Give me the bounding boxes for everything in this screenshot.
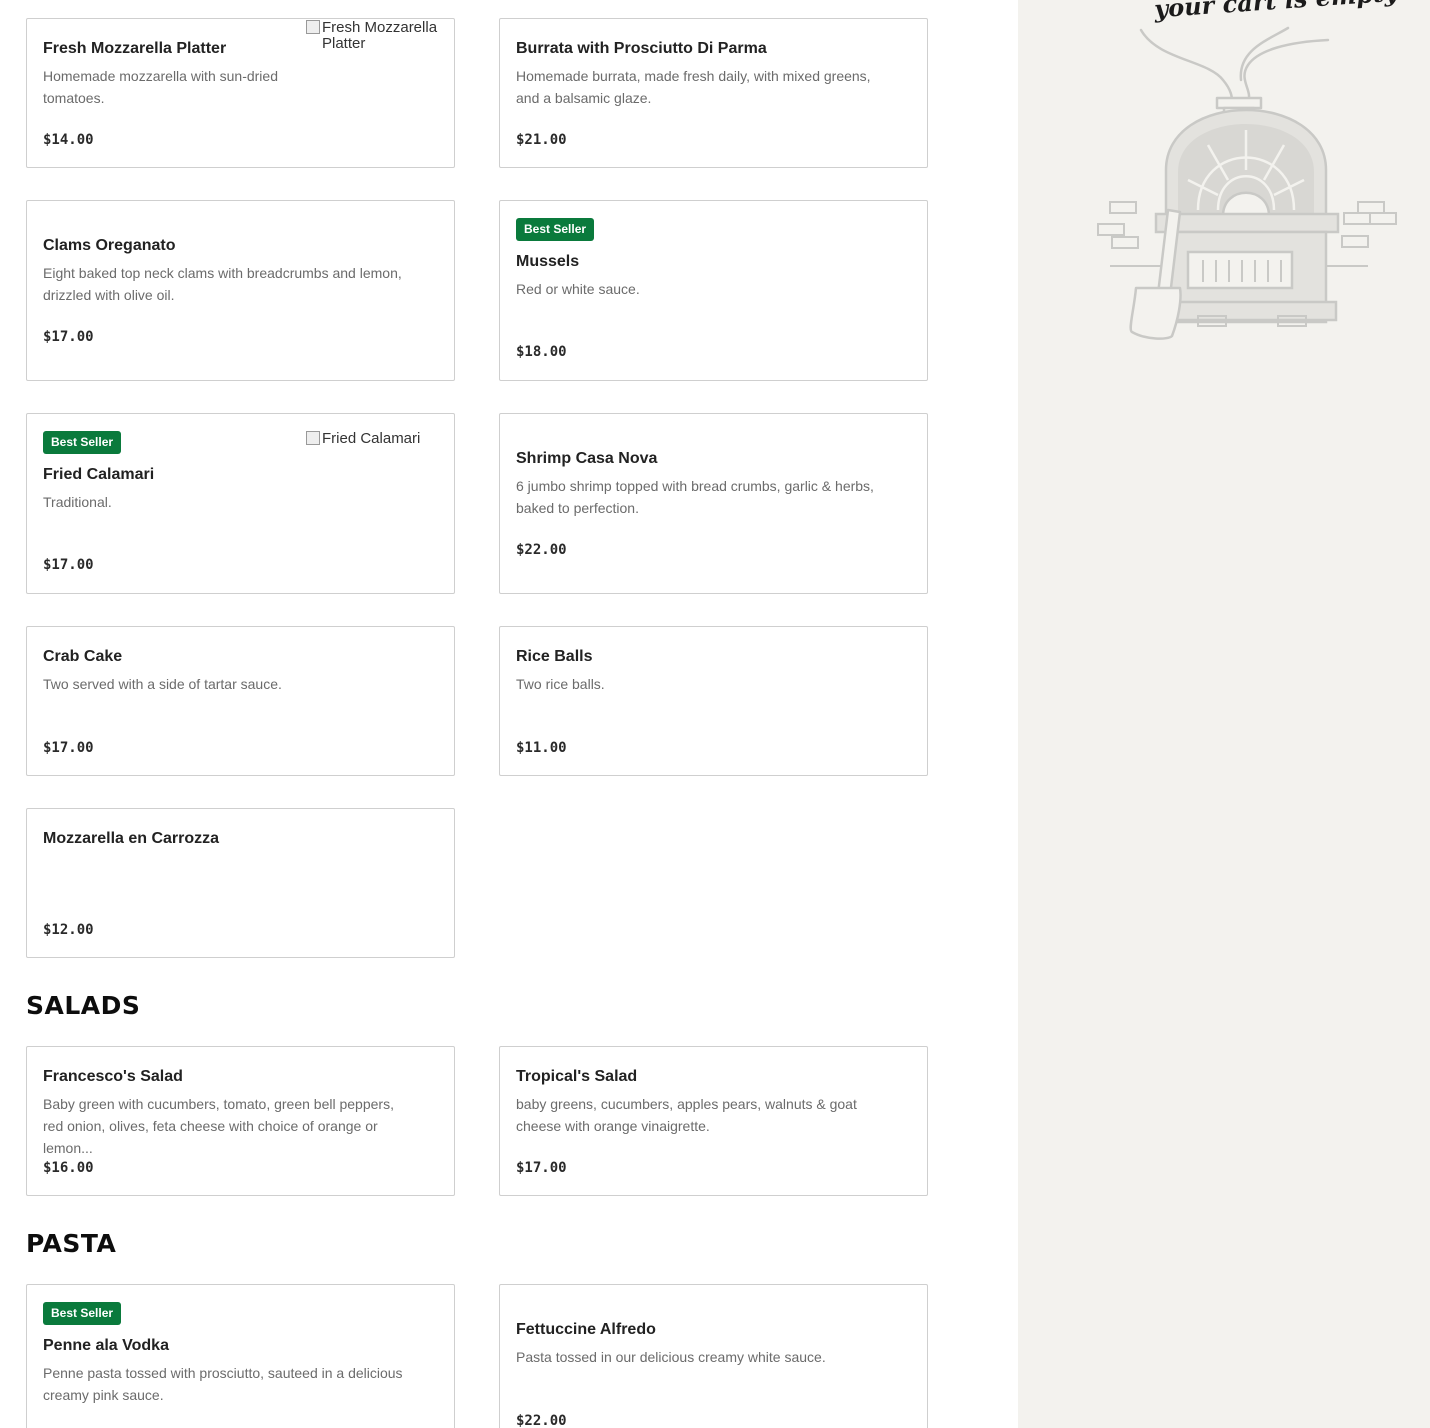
item-price: $14.00 (43, 132, 94, 148)
item-image: Fried Calamari (306, 431, 456, 447)
item-description: Homemade mozzarella with sun-dried tomat… (43, 68, 278, 106)
item-name: Mussels (516, 253, 580, 270)
menu-item-card[interactable]: Best Seller Fried Calamari Traditional. … (26, 413, 455, 594)
menu-item-card[interactable]: Fresh Mozzarella Platter Homemade mozzar… (26, 18, 455, 168)
item-name: Burrata with Prosciutto Di Parma (516, 40, 767, 57)
menu-item-card[interactable]: Rice Balls Two rice balls. $11.00 (499, 626, 928, 776)
item-description: 6 jumbo shrimp topped with bread crumbs,… (516, 478, 874, 516)
item-name: Penne ala Vodka (43, 1337, 169, 1354)
item-name: Fettuccine Alfredo (516, 1321, 656, 1338)
menu-item-card[interactable]: Clams Oreganato Eight baked top neck cla… (26, 200, 455, 381)
item-description: Two rice balls. (516, 676, 605, 692)
item-price: $21.00 (516, 132, 567, 148)
menu-item-card[interactable]: Tropical's Salad baby greens, cucumbers,… (499, 1046, 928, 1196)
item-image-alt: Fresh Mozzarella Platter (322, 19, 438, 52)
menu-item-card[interactable]: Best Seller Penne ala Vodka Penne pasta … (26, 1284, 455, 1428)
item-price: $18.00 (516, 344, 567, 360)
item-description: baby greens, cucumbers, apples pears, wa… (516, 1096, 857, 1134)
best-seller-badge: Best Seller (43, 1302, 122, 1325)
item-price: $16.00 (43, 1160, 94, 1176)
menu-item-card[interactable]: Burrata with Prosciutto Di Parma Homemad… (499, 18, 928, 168)
item-description: Pasta tossed in our delicious creamy whi… (516, 1349, 826, 1365)
item-description: Baby green with cucumbers, tomato, green… (43, 1096, 394, 1156)
item-price: $17.00 (43, 329, 94, 345)
best-seller-badge: Best Seller (516, 218, 595, 241)
item-description: Homemade burrata, made fresh daily, with… (516, 68, 871, 106)
menu-item-card[interactable]: Francesco's Salad Baby green with cucumb… (26, 1046, 455, 1196)
item-description: Penne pasta tossed with prosciutto, saut… (43, 1365, 403, 1403)
menu-item-card[interactable]: Best Seller Mussels Red or white sauce. … (499, 200, 928, 381)
item-price: $11.00 (516, 740, 567, 756)
item-price: $22.00 (516, 542, 567, 558)
menu-item-card[interactable]: Fettuccine Alfredo Pasta tossed in our d… (499, 1284, 928, 1428)
broken-image-icon (306, 20, 320, 34)
section-title-salads: SALADS (26, 991, 141, 1020)
item-description: Traditional. (43, 494, 112, 510)
pizza-oven-icon (1097, 26, 1397, 340)
item-price: $17.00 (516, 1160, 567, 1176)
item-image-alt: Fried Calamari (322, 430, 421, 447)
best-seller-badge: Best Seller (43, 431, 122, 454)
item-name: Clams Oreganato (43, 237, 176, 254)
item-name: Fried Calamari (43, 466, 155, 483)
item-image: Fresh Mozzarella Platter (306, 20, 456, 52)
section-title-pasta: PASTA (26, 1229, 117, 1258)
item-price: $17.00 (43, 557, 94, 573)
item-name: Francesco's Salad (43, 1068, 183, 1085)
item-name: Tropical's Salad (516, 1068, 638, 1085)
menu-page: Fresh Mozzarella Platter Homemade mozzar… (0, 0, 1430, 1428)
item-price: $22.00 (516, 1413, 567, 1428)
item-name: Crab Cake (43, 648, 123, 665)
cart-sidebar: your cart is empty (1018, 0, 1430, 1428)
broken-image-icon (306, 431, 320, 445)
item-name: Mozzarella en Carrozza (43, 830, 220, 847)
item-price: $12.00 (43, 922, 94, 938)
item-price: $17.00 (43, 740, 94, 756)
item-description: Red or white sauce. (516, 281, 640, 297)
menu-item-card[interactable]: Crab Cake Two served with a side of tart… (26, 626, 455, 776)
item-description: Eight baked top neck clams with breadcru… (43, 265, 402, 303)
item-description: Two served with a side of tartar sauce. (43, 676, 282, 692)
menu-item-card[interactable]: Shrimp Casa Nova 6 jumbo shrimp topped w… (499, 413, 928, 594)
item-name: Shrimp Casa Nova (516, 450, 658, 467)
item-name: Rice Balls (516, 648, 593, 665)
menu-item-card[interactable]: Mozzarella en Carrozza $12.00 (26, 808, 455, 958)
